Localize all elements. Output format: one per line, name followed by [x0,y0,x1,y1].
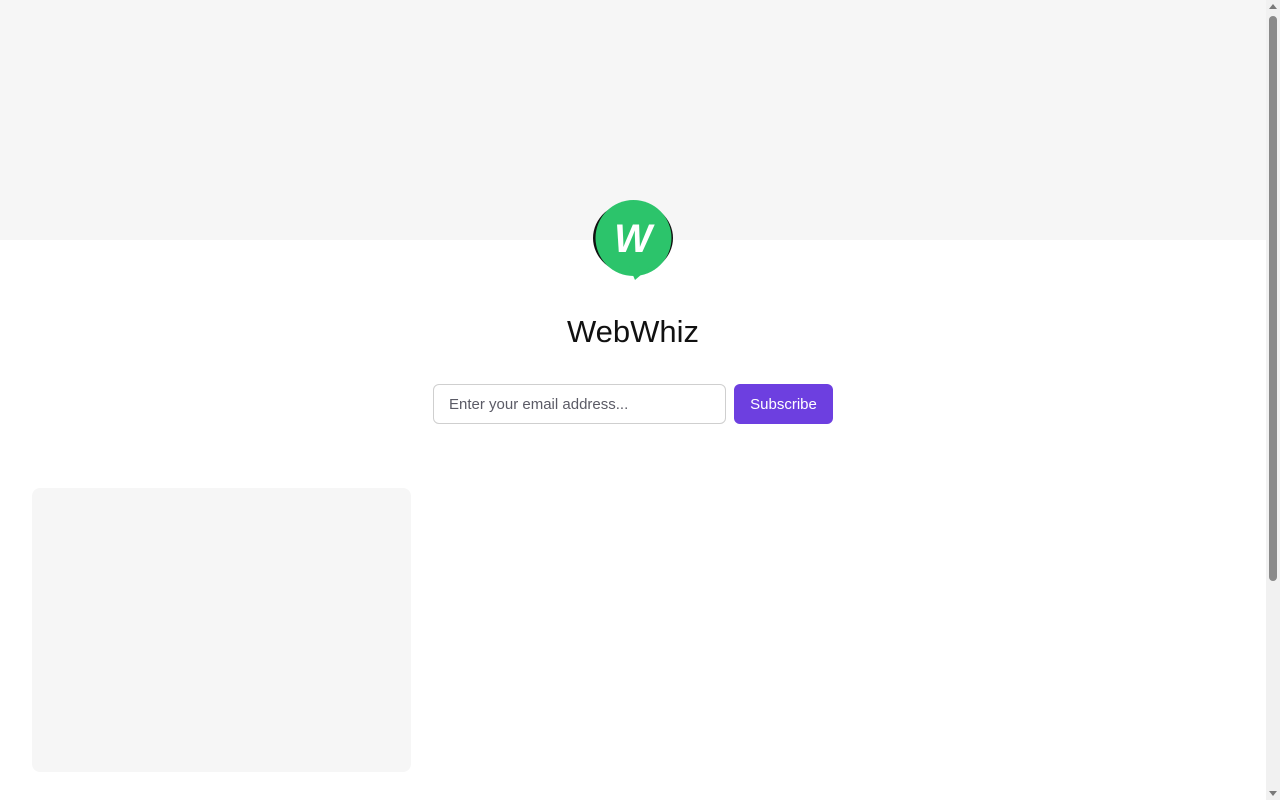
subscribe-button[interactable]: Subscribe [734,384,833,424]
post-card-placeholder[interactable] [32,488,411,772]
scroll-down-icon[interactable] [1269,791,1277,796]
site-logo[interactable]: W [593,200,673,280]
page: W WebWhiz Subscribe [0,0,1266,800]
webwhiz-logo-icon: W [593,200,673,280]
email-input[interactable] [433,384,726,424]
scroll-up-icon[interactable] [1269,4,1277,9]
site-title: WebWhiz [566,314,700,349]
scrollbar-thumb[interactable] [1269,16,1277,581]
vertical-scrollbar[interactable] [1266,0,1280,800]
logo-letter: W [614,217,655,261]
subscribe-form: Subscribe [433,384,833,424]
